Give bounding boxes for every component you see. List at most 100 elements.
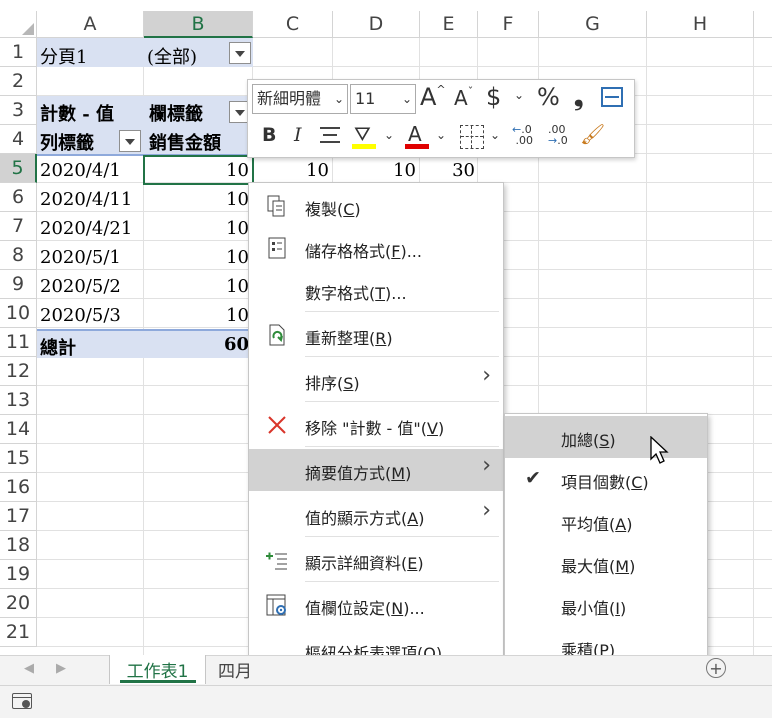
cell-a10[interactable]: 2020/5/3 — [40, 305, 121, 326]
row-header-17[interactable]: 17 — [0, 502, 37, 531]
row-header-10[interactable]: 10 — [0, 299, 37, 328]
submenu-item-average[interactable]: 平均值(A) — [505, 500, 707, 542]
row-header-18[interactable]: 18 — [0, 531, 37, 560]
row-header-21[interactable]: 21 — [0, 618, 37, 647]
font-color-button[interactable]: A — [408, 122, 422, 146]
cell-a6[interactable]: 2020/4/11 — [40, 189, 132, 210]
format-painter-icon[interactable]: 🖌 — [580, 122, 605, 146]
menu-item-value-field-settings[interactable]: 值欄位設定(N)... — [249, 584, 503, 626]
cell-a11[interactable]: 總計 — [40, 334, 76, 360]
row-header-7[interactable]: 7 — [0, 212, 37, 241]
column-header-i[interactable] — [754, 11, 772, 38]
cell-a4[interactable]: 列標籤 — [40, 129, 94, 155]
cell-a8[interactable]: 2020/5/1 — [40, 247, 121, 268]
column-header-c[interactable]: C — [253, 11, 333, 38]
row-header-12[interactable]: 12 — [0, 357, 37, 386]
menu-item-remove-field[interactable]: 移除 "計數 - 值"(V) — [249, 404, 503, 446]
row-header-3[interactable]: 3 — [0, 96, 37, 125]
column-header-d[interactable]: D — [333, 11, 420, 38]
decrease-decimal-icon[interactable]: .00 →.0 — [548, 124, 576, 146]
cell-b7[interactable]: 10 — [144, 218, 249, 239]
column-header-g[interactable]: G — [539, 11, 647, 38]
cell-e5[interactable]: 30 — [420, 160, 475, 181]
cell-b10[interactable]: 10 — [144, 305, 249, 326]
fill-color-icon[interactable]: ⛛ — [354, 122, 371, 146]
column-header-a[interactable]: A — [37, 11, 144, 38]
submenu-item-min[interactable]: 最小值(I) — [505, 584, 707, 626]
row-header-13[interactable]: 13 — [0, 386, 37, 415]
font-name-box[interactable]: 新細明體 ⌄ — [252, 84, 348, 114]
cell-b8[interactable]: 10 — [144, 247, 249, 268]
menu-item-label: 摘要值方式(M) — [305, 464, 412, 483]
row-header-19[interactable]: 19 — [0, 560, 37, 589]
row-header-1[interactable]: 1 — [0, 38, 37, 67]
menu-item-number-format[interactable]: 數字格式(T)... — [249, 269, 503, 311]
row-header-2[interactable]: 2 — [0, 67, 37, 96]
font-size-box[interactable]: 11 ⌄ — [350, 84, 416, 114]
chevron-down-icon[interactable]: ⌄ — [436, 128, 446, 142]
menu-item-show-details[interactable]: 顯示詳細資料(E) — [249, 539, 503, 581]
column-header-f[interactable]: F — [478, 11, 539, 38]
row-header-8[interactable]: 8 — [0, 241, 37, 270]
row-header-16[interactable]: 16 — [0, 473, 37, 502]
italic-button[interactable]: I — [294, 124, 302, 146]
bold-button[interactable]: B — [262, 124, 276, 146]
tab-prev-icon[interactable]: ◀ — [24, 661, 34, 676]
row-header-20[interactable]: 20 — [0, 589, 37, 618]
macro-record-icon[interactable] — [12, 693, 32, 709]
submenu-item-sum[interactable]: 加總(S) — [505, 416, 707, 458]
menu-item-refresh[interactable]: 重新整理(R) — [249, 314, 503, 356]
cell-b6[interactable]: 10 — [144, 189, 249, 210]
chevron-down-icon[interactable]: ⌄ — [490, 128, 500, 142]
menu-item-copy[interactable]: 複製(C) — [249, 185, 503, 227]
cell-b4[interactable]: 銷售金額 — [149, 129, 221, 155]
cell-c5[interactable]: 10 — [253, 160, 329, 181]
percent-button[interactable]: % — [537, 83, 560, 111]
cell-a7[interactable]: 2020/4/21 — [40, 218, 132, 239]
wrap-text-icon[interactable] — [601, 87, 623, 107]
cell-b11[interactable]: 60 — [144, 334, 249, 355]
align-center-icon[interactable] — [320, 126, 340, 144]
row-label-filter-button[interactable] — [119, 130, 141, 152]
chevron-down-icon[interactable]: ⌄ — [514, 88, 524, 102]
cell-b3[interactable]: 欄標籤 — [149, 100, 203, 126]
borders-icon[interactable] — [460, 125, 484, 149]
shrink-font-button[interactable]: Aˇ — [454, 85, 473, 110]
column-header-h[interactable]: H — [647, 11, 754, 38]
comma-style-button[interactable]: ❟ — [574, 83, 583, 111]
chevron-right-icon: › — [482, 453, 491, 478]
menu-item-summarize-by[interactable]: 摘要值方式(M) › — [249, 449, 503, 491]
add-sheet-icon[interactable]: + — [706, 658, 726, 678]
menu-item-sort[interactable]: 排序(S) › — [249, 359, 503, 401]
row-header-11[interactable]: 11 — [0, 328, 37, 357]
tab-april[interactable]: 四月 — [218, 657, 252, 682]
tab-sheet1[interactable]: 工作表1 — [109, 655, 206, 684]
cell-b9[interactable]: 10 — [144, 276, 249, 297]
column-header-e[interactable]: E — [420, 11, 478, 38]
submenu-item-max[interactable]: 最大值(M) — [505, 542, 707, 584]
row-header-9[interactable]: 9 — [0, 270, 37, 299]
cell-b1[interactable]: (全部) — [147, 43, 197, 69]
cell-a9[interactable]: 2020/5/2 — [40, 276, 121, 297]
currency-button[interactable]: $ — [486, 83, 501, 111]
row-header-5[interactable]: 5 — [0, 154, 37, 183]
menu-item-show-values-as[interactable]: 值的顯示方式(A) › — [249, 494, 503, 536]
cell-a5[interactable]: 2020/4/1 — [40, 160, 121, 181]
row-header-14[interactable]: 14 — [0, 415, 37, 444]
increase-decimal-icon[interactable]: ←.0 .00 — [512, 124, 540, 146]
menu-item-format-cells[interactable]: 儲存格格式(F)... — [249, 227, 503, 269]
row-header-4[interactable]: 4 — [0, 125, 37, 154]
select-all-corner[interactable] — [0, 11, 37, 38]
filter-dropdown-button[interactable] — [229, 42, 251, 64]
cell-a3[interactable]: 計數 - 值 — [40, 100, 114, 126]
row-header-6[interactable]: 6 — [0, 183, 37, 212]
grow-font-button[interactable]: A^ — [420, 83, 446, 111]
submenu-item-count[interactable]: ✔ 項目個數(C) — [505, 458, 707, 500]
cell-d5[interactable]: 10 — [333, 160, 416, 181]
pivot-total-border — [37, 329, 253, 331]
cell-a1[interactable]: 分頁1 — [40, 43, 87, 69]
tab-next-icon[interactable]: ▶ — [56, 661, 66, 676]
column-header-b[interactable]: B — [144, 11, 253, 38]
row-header-15[interactable]: 15 — [0, 444, 37, 473]
chevron-down-icon[interactable]: ⌄ — [384, 128, 394, 142]
